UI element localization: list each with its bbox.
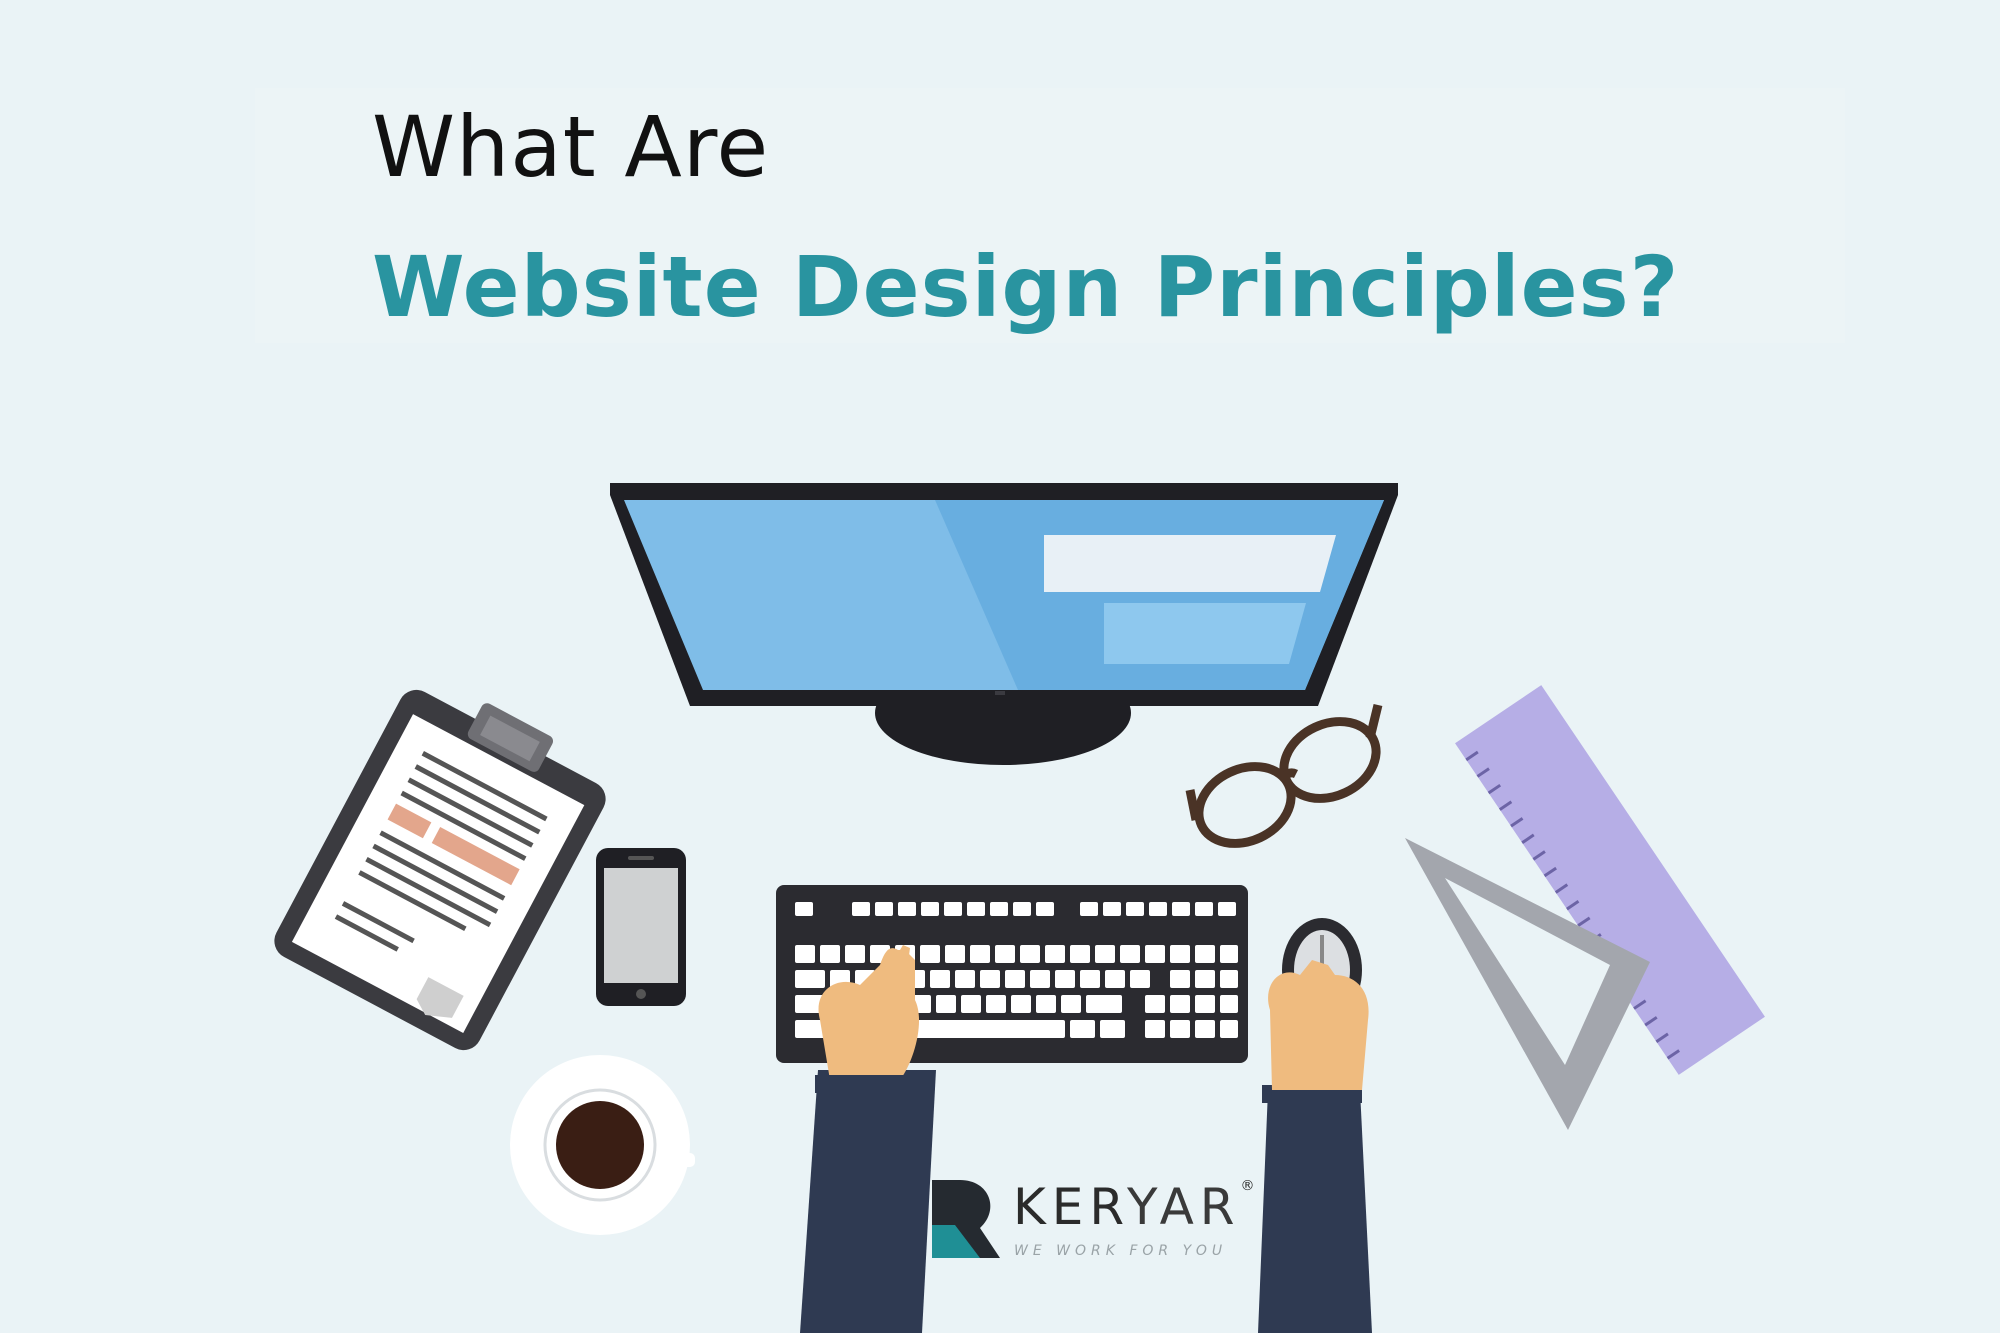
right-hand-icon bbox=[1258, 1085, 1372, 1333]
desk-illustration bbox=[274, 483, 1765, 1333]
monitor-icon bbox=[610, 483, 1398, 765]
left-hand-icon bbox=[800, 945, 936, 1333]
brand-trademark: ® bbox=[1240, 1178, 1255, 1194]
coffee-cup-icon bbox=[510, 1055, 695, 1235]
brand-tagline: WE WORK FOR YOU bbox=[1014, 1243, 1228, 1259]
brand-name: KERYAR® bbox=[1013, 1178, 1255, 1236]
keryar-logo-icon bbox=[932, 1180, 1000, 1258]
glasses-icon bbox=[1185, 703, 1383, 848]
smartphone-icon bbox=[596, 848, 686, 1006]
clipboard-icon bbox=[274, 689, 606, 1051]
brand-name-light: YAR bbox=[1126, 1178, 1241, 1236]
brand-name-bold: KER bbox=[1013, 1178, 1127, 1236]
